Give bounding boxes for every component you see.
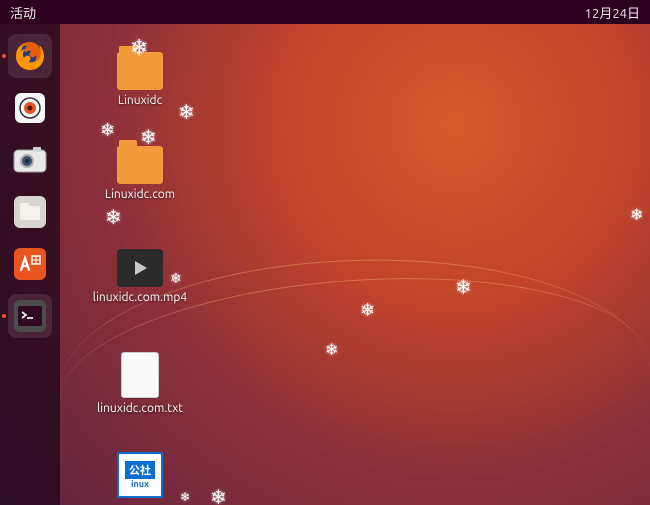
files-icon [12,194,48,230]
dock-files[interactable] [8,190,52,234]
video-icon [117,249,163,287]
folder-icon [117,146,163,184]
dock-terminal[interactable] [8,294,52,338]
terminal-icon [12,298,48,334]
top-bar: 活动 12月24日 [0,0,650,24]
software-center-icon [12,246,48,282]
firefox-icon [13,39,47,73]
icon-label: Linuxidc [118,94,162,108]
music-player-icon [13,91,47,125]
dock-rhythmbox[interactable] [8,86,52,130]
launcher-dock [0,24,60,505]
desktop-folder-linuxidc-com[interactable]: Linuxidc.com [100,146,180,202]
activities-button[interactable]: 活动 [10,3,36,22]
folder-icon [117,52,163,90]
date-indicator[interactable]: 12月24日 [585,3,640,22]
dock-software[interactable] [8,242,52,286]
camera-icon [13,146,47,174]
dock-camera[interactable] [8,138,52,182]
desktop-folder-linuxidc[interactable]: Linuxidc [100,52,180,108]
icon-label: Linuxidc.com [105,188,175,202]
dock-firefox[interactable] [8,34,52,78]
